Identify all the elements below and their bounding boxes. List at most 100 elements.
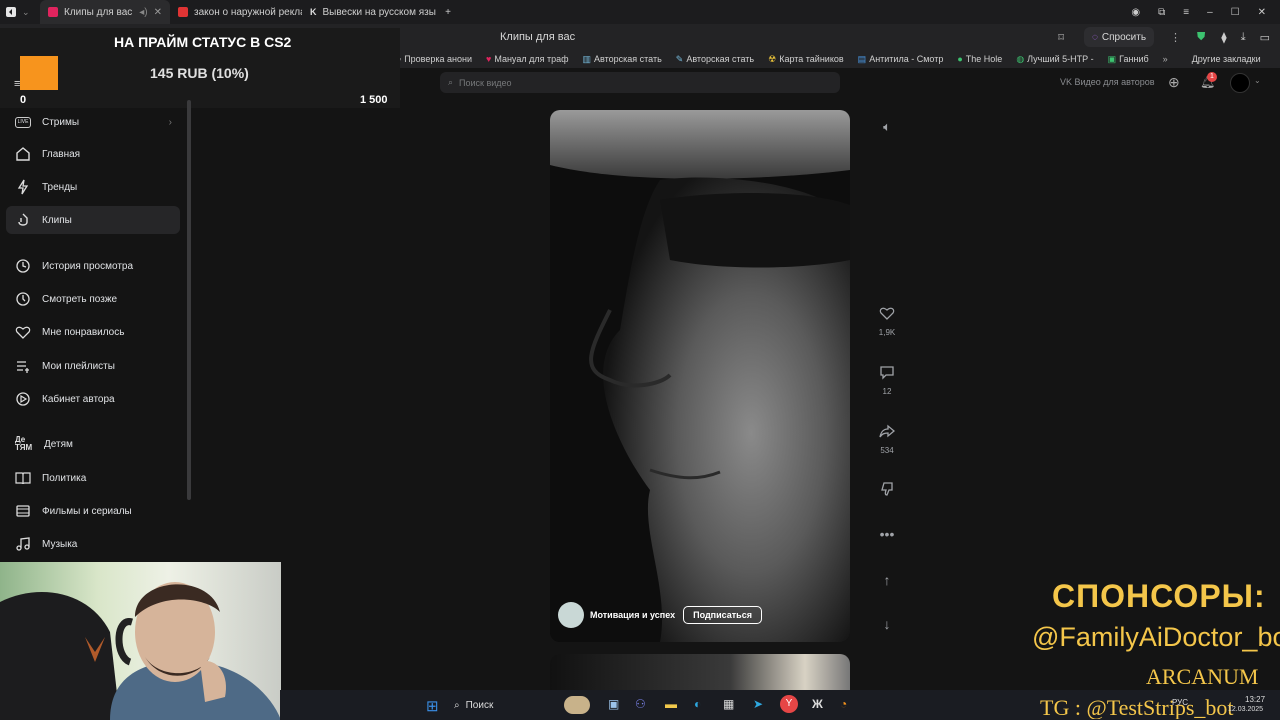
close-tab-icon[interactable]: ✕: [154, 7, 162, 18]
telegram-icon[interactable]: ➤: [753, 697, 763, 711]
like-heart-icon[interactable]: [870, 298, 904, 328]
sidebar-item-clips[interactable]: Клипы: [6, 206, 180, 234]
more-dots-icon[interactable]: •••: [870, 519, 904, 549]
bookmark-item[interactable]: ♥ Мануал для траф: [486, 54, 569, 64]
new-tab-button[interactable]: +: [440, 4, 456, 20]
yandex-browser-icon[interactable]: Y: [780, 695, 798, 713]
store-icon[interactable]: ▦: [723, 697, 734, 711]
browser-menu-icon[interactable]: [0, 0, 22, 24]
bookmark-item[interactable]: ▪Проверка анони: [398, 54, 472, 64]
comments-count: 12: [882, 387, 892, 396]
ask-ai-button[interactable]: ◌ Спросить: [1083, 27, 1155, 47]
next-clip-action[interactable]: ↓: [870, 609, 904, 639]
search-icon: ⌕: [454, 699, 460, 711]
share-action[interactable]: 534: [870, 416, 904, 455]
sidebar-item-streams[interactable]: LIVE Стримы ›: [6, 108, 180, 136]
taskbar-search[interactable]: ⌕ Поиск: [454, 695, 554, 715]
app-icon[interactable]: Ж: [812, 697, 823, 711]
like-action[interactable]: 1,9K: [870, 298, 904, 337]
mute-tab-icon[interactable]: ◂): [139, 7, 147, 18]
tab-list-chevron-icon[interactable]: ⌄: [22, 7, 40, 18]
dislike-icon[interactable]: [870, 474, 904, 504]
channel-name[interactable]: Мотивация и успех: [590, 610, 675, 620]
bookmark-item[interactable]: ● The Hole: [957, 54, 1002, 64]
other-bookmarks[interactable]: Другие закладки: [1192, 54, 1261, 64]
close-window-icon[interactable]: ✕: [1258, 7, 1266, 18]
tab-zakon[interactable]: закон о наружной реклам: [170, 0, 302, 24]
dislike-action[interactable]: [870, 474, 904, 504]
collections-icon[interactable]: ⧉: [1158, 7, 1165, 18]
news-widget-icon[interactable]: [564, 696, 590, 714]
tab-label: Клипы для вас: [64, 6, 133, 18]
vpn-shield-icon[interactable]: ⛊: [1197, 31, 1205, 44]
sidebar-item-cabinet[interactable]: Кабинет автора: [6, 385, 180, 413]
sidebar-item-label: Клипы: [42, 214, 72, 226]
user-avatar[interactable]: [1230, 73, 1250, 93]
bookmark-label: Ганниб: [1119, 54, 1149, 64]
avatar-chevron-icon[interactable]: ⌄: [1254, 76, 1261, 85]
sidebar-item-playlists[interactable]: Мои плейлисты: [6, 352, 180, 380]
windows-start-icon[interactable]: ⊞: [426, 697, 439, 715]
orange-app-icon[interactable]: ◔: [840, 697, 847, 711]
yandex-favicon-icon: [178, 7, 188, 17]
clock-time[interactable]: 13:27: [1245, 695, 1265, 704]
menu-icon[interactable]: ≡: [1183, 7, 1189, 18]
maximize-icon[interactable]: ☐: [1231, 7, 1240, 18]
tab-label: закон о наружной реклам: [194, 6, 302, 18]
share-icon[interactable]: [870, 416, 904, 446]
sidebar-item-home[interactable]: Главная: [6, 140, 180, 168]
keyboard-language[interactable]: РУС: [1172, 698, 1188, 707]
tab-clips[interactable]: Клипы для вас ◂) ✕: [40, 0, 170, 24]
bookmark-item[interactable]: ☢ Карта тайников: [768, 54, 844, 65]
sidebar-item-history[interactable]: История просмотра: [6, 252, 180, 280]
bookmark-item[interactable]: ▥ Авторская стать: [583, 54, 662, 65]
clock-date[interactable]: 12.03.2025: [1228, 706, 1263, 713]
minimize-icon[interactable]: –: [1207, 7, 1213, 18]
sidebar-item-music[interactable]: Музыка: [6, 530, 180, 558]
sidebar-item-trends[interactable]: Тренды: [6, 173, 180, 201]
more-vert-icon[interactable]: ⋮: [1170, 31, 1181, 44]
sidebar-item-liked[interactable]: Мне понравилось: [6, 318, 180, 346]
downloads-icon[interactable]: ⤓: [1241, 31, 1246, 44]
bookmark-item[interactable]: ▣ Ганниб: [1108, 54, 1149, 65]
bookmark-item[interactable]: ▤ Антитила - Смотр: [858, 54, 944, 65]
for-authors-link[interactable]: VK Видео для авторов: [1060, 77, 1155, 87]
arrow-down-icon[interactable]: ↓: [870, 609, 904, 639]
profile-avatar-icon[interactable]: ◉: [1131, 7, 1140, 18]
sidebar-item-politics[interactable]: Политика: [6, 464, 180, 492]
volume-control[interactable]: 🔈︎: [870, 112, 904, 142]
clip-video-player[interactable]: Мотивация и успех Подписаться: [550, 110, 850, 642]
more-bookmarks-icon[interactable]: »: [1163, 54, 1168, 64]
task-view-icon[interactable]: ▣: [608, 697, 619, 711]
volume-icon[interactable]: 🔈︎: [870, 112, 904, 142]
sidebar-item-label: Кабинет автора: [42, 393, 115, 405]
next-clip-preview[interactable]: [550, 654, 850, 690]
sidebar-item-films[interactable]: Фильмы и сериалы: [6, 497, 180, 525]
taskbar-tray: TG : @TestStrips_bot РУС 13:27 12.03.202…: [1040, 695, 1280, 719]
comment-icon[interactable]: [870, 357, 904, 387]
kids-icon: Де ТЯМ: [15, 435, 33, 452]
sidebar-scrollbar[interactable]: [187, 100, 191, 500]
hamburger-menu-icon[interactable]: ≡: [14, 78, 20, 90]
sidebar-item-kids[interactable]: Де ТЯМ Детям: [6, 430, 180, 458]
channel-avatar[interactable]: [558, 602, 584, 628]
search-input[interactable]: ⌕ Поиск видео: [440, 72, 840, 93]
bookmark-item[interactable]: ✎ Авторская стать: [676, 54, 754, 65]
bookmark-item[interactable]: ◍ Лучший 5-НТР -: [1016, 54, 1093, 65]
file-explorer-icon[interactable]: ▬: [665, 697, 677, 711]
tab-vyveski[interactable]: K Вывески на русском язы: [302, 0, 436, 24]
teams-icon[interactable]: ⚇: [635, 697, 646, 711]
subscribe-button[interactable]: Подписаться: [683, 606, 762, 624]
sidebar-item-label: Мои плейлисты: [42, 360, 115, 372]
extension-icon[interactable]: ⧫: [1221, 31, 1226, 44]
sidebar-item-watch-later[interactable]: Смотреть позже: [6, 285, 180, 313]
arrow-up-icon[interactable]: ↑: [870, 565, 904, 595]
bookmark-icon[interactable]: ⌑: [1058, 31, 1064, 44]
comment-action[interactable]: 12: [870, 357, 904, 396]
edge-icon[interactable]: ◐: [694, 697, 701, 711]
sidepanel-icon[interactable]: ▭: [1260, 31, 1270, 44]
prev-clip-action[interactable]: ↑: [870, 565, 904, 595]
more-action[interactable]: •••: [870, 519, 904, 549]
upload-plus-icon[interactable]: ⊕: [1168, 74, 1180, 91]
bookmark-label: Мануал для траф: [494, 54, 569, 64]
